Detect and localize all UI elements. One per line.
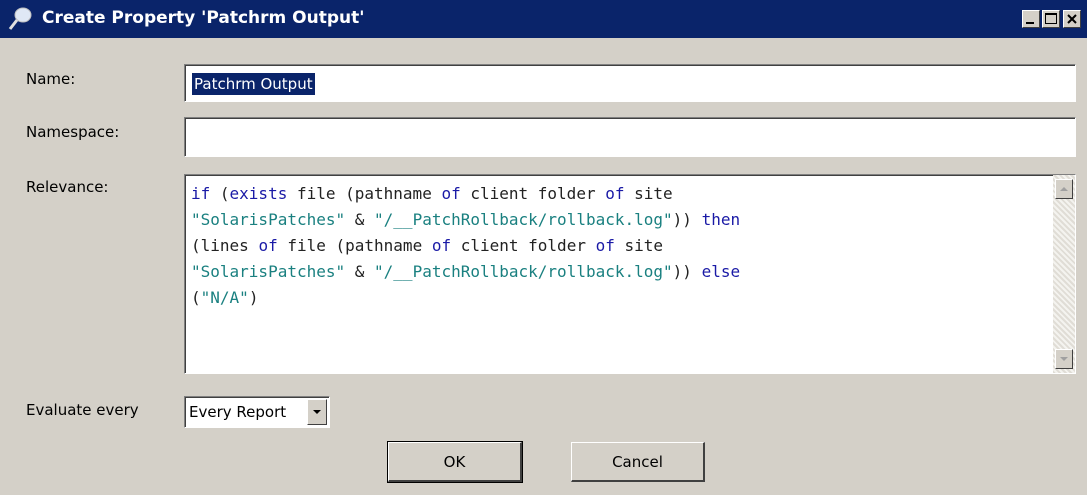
namespace-field[interactable] [184,117,1076,157]
window-title: Create Property 'Patchrm Output' [42,8,365,28]
evaluate-every-select[interactable]: Every Report [184,396,330,428]
code-text: ) [248,288,259,307]
relevance-code: if (exists file (pathname of client fold… [191,181,1041,311]
scroll-up-button[interactable] [1055,179,1073,199]
maximize-button[interactable] [1042,10,1060,28]
code-keyword: of [258,236,278,255]
namespace-label: Namespace: [26,123,120,141]
chevron-down-icon [313,410,321,414]
code-string: "N/A" [200,288,249,307]
title-bar[interactable]: Create Property 'Patchrm Output' [0,0,1087,38]
code-string: "/__PatchRollback/rollback.log" [374,262,673,281]
code-line: "SolarisPatches" & "/__PatchRollback/rol… [191,207,1041,233]
relevance-scrollbar[interactable] [1053,175,1075,373]
code-keyword: of [605,184,625,203]
cancel-button[interactable]: Cancel [571,442,705,482]
code-line: "SolarisPatches" & "/__PatchRollback/rol… [191,259,1041,285]
code-text: ( [191,288,201,307]
code-line: (lines of file (pathname of client folde… [191,233,1041,259]
close-button[interactable] [1063,10,1081,28]
name-value: Patchrm Output [192,73,315,95]
code-keyword: of [441,184,461,203]
code-line: if (exists file (pathname of client fold… [191,181,1041,207]
code-text: (lines [191,236,259,255]
code-text: site [624,184,673,203]
ok-button[interactable]: OK [387,441,523,483]
relevance-textarea[interactable]: if (exists file (pathname of client fold… [184,174,1076,374]
code-line: ("N/A") [191,285,1041,311]
code-text: file (pathname [287,184,442,203]
evaluate-value: Every Report [189,403,287,421]
dropdown-button[interactable] [307,399,327,425]
code-text: )) [672,210,702,229]
pushpin-icon [6,5,34,33]
code-string: "SolarisPatches" [191,262,346,281]
code-keyword: of [595,236,615,255]
code-keyword: of [431,236,452,255]
code-keyword: if [191,184,211,203]
evaluate-label: Evaluate every [26,401,139,419]
code-text: file (pathname [277,236,432,255]
code-text: ( [210,184,230,203]
code-keyword: then [701,210,741,229]
name-label: Name: [26,70,76,88]
code-string: "SolarisPatches" [191,210,346,229]
code-text: site [614,236,664,255]
code-string: "/__PatchRollback/rollback.log" [374,210,673,229]
code-text: client folder [451,236,596,255]
code-text: )) [672,262,702,281]
code-keyword: else [701,262,741,281]
code-text: & [345,262,375,281]
code-text: client folder [460,184,606,203]
code-text: & [345,210,375,229]
code-keyword: exists [229,184,288,203]
scroll-down-button[interactable] [1055,349,1073,369]
minimize-button[interactable] [1022,10,1040,28]
relevance-label: Relevance: [26,178,109,196]
name-field[interactable]: Patchrm Output [184,64,1076,102]
